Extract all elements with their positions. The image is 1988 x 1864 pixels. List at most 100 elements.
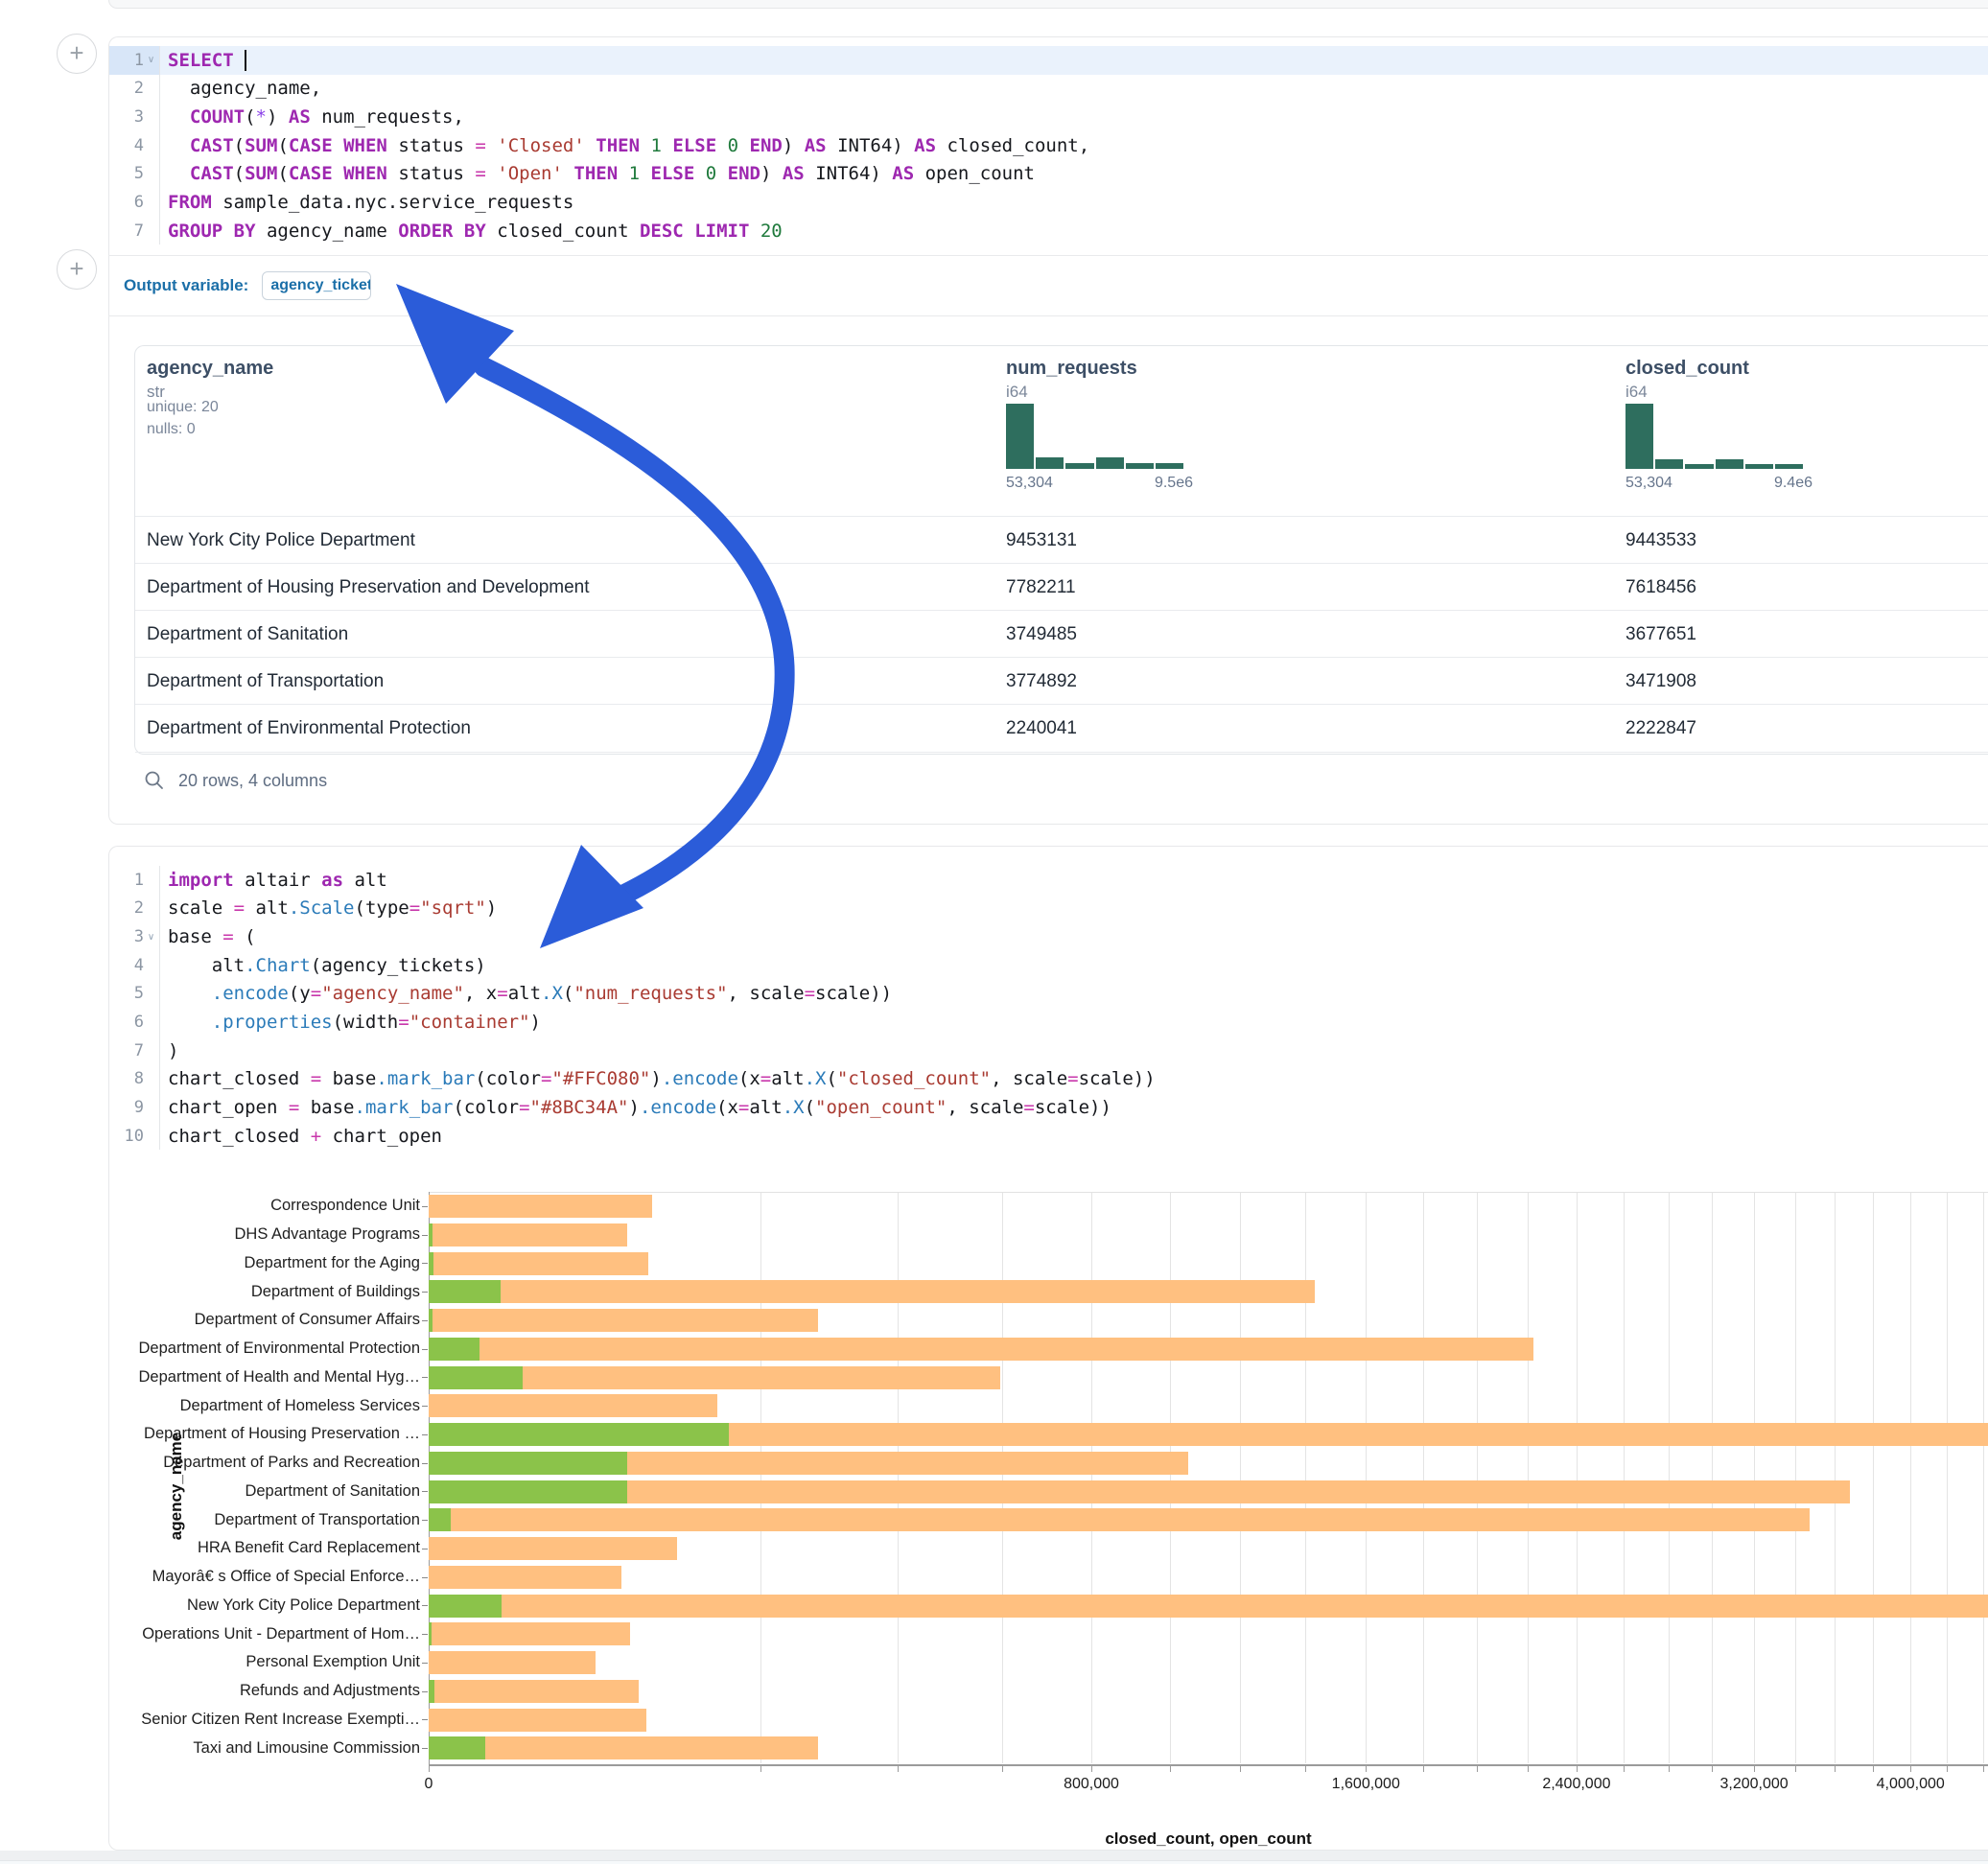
code-line[interactable]: 3∨base = (: [109, 922, 1988, 951]
open-count-bar: [429, 1452, 627, 1475]
chart-row: Department of Parks and Recreation: [134, 1449, 1988, 1478]
chart-x-axis-title: closed_count, open_count: [429, 1829, 1988, 1849]
closed-count-bar: [429, 1709, 646, 1732]
open-count-bar: [429, 1736, 485, 1759]
closed-count-bar: [429, 1280, 1315, 1303]
collapse-chevron-icon[interactable]: ∨: [144, 932, 158, 943]
code-text: ): [168, 1040, 178, 1061]
table-cell: 3471908: [1625, 671, 1696, 692]
table-cell: New York City Police Department: [147, 530, 415, 551]
open-count-bar: [429, 1366, 523, 1389]
table-cell: 7782211: [1006, 577, 1076, 598]
output-variable-row: Output variable: agency_tickets: [108, 255, 1988, 316]
chart-row: Department of Housing Preservation …: [134, 1420, 1988, 1449]
line-number: 6: [109, 1008, 160, 1037]
code-line[interactable]: 1import altair as alt: [109, 866, 1988, 895]
code-text: alt.Chart(agency_tickets): [168, 955, 486, 976]
code-line[interactable]: 1∨SELECT: [109, 46, 1988, 75]
text-cursor: [245, 50, 246, 71]
code-line[interactable]: 2scale = alt.Scale(type="sqrt"): [109, 895, 1988, 923]
chart-row: Department of Health and Mental Hyg…: [134, 1363, 1988, 1392]
chart-row: Department of Transportation: [134, 1505, 1988, 1534]
next-cell-edge: [0, 1851, 1988, 1860]
code-line[interactable]: 9chart_open = base.mark_bar(color="#8BC3…: [109, 1093, 1988, 1122]
table-footer: 20 rows, 4 columns: [144, 764, 327, 797]
code-text: agency_name,: [168, 78, 321, 99]
code-line[interactable]: 10chart_closed + chart_open: [109, 1122, 1988, 1151]
y-tick-label: Refunds and Adjustments: [134, 1677, 420, 1706]
code-line[interactable]: 7): [109, 1037, 1988, 1065]
code-line[interactable]: 8chart_closed = base.mark_bar(color="#FF…: [109, 1064, 1988, 1093]
line-number: 3: [109, 103, 160, 131]
collapse-chevron-icon[interactable]: ∨: [144, 55, 158, 65]
open-count-bar: [429, 1508, 451, 1531]
code-line[interactable]: 5 CAST(SUM(CASE WHEN status = 'Open' THE…: [109, 160, 1988, 189]
closed-count-bar: [429, 1252, 648, 1275]
line-number: 5: [109, 980, 160, 1009]
y-tick-label: Department of Consumer Affairs: [134, 1306, 420, 1335]
table-cell: 9453131: [1006, 530, 1077, 551]
line-number: 9: [109, 1093, 160, 1122]
code-line[interactable]: 7 GROUP BY agency_name ORDER BY closed_co…: [109, 217, 1988, 245]
closed-count-bar: [429, 1480, 1850, 1503]
closed-count-bar: [429, 1309, 818, 1332]
code-line[interactable]: 6 .properties(width="container"): [109, 1008, 1988, 1037]
x-tick-label: 2,400,000: [1542, 1776, 1610, 1793]
y-tick-label: Taxi and Limousine Commission: [134, 1734, 420, 1762]
code-text: scale = alt.Scale(type="sqrt"): [168, 897, 497, 919]
code-text: chart_closed + chart_open: [168, 1126, 442, 1147]
closed-count-bar: [429, 1680, 639, 1703]
open-count-bar: [429, 1280, 501, 1303]
closed-count-bar: [429, 1223, 627, 1247]
table-cell: 7618456: [1625, 577, 1696, 598]
code-line[interactable]: 4 CAST(SUM(CASE WHEN status = 'Closed' T…: [109, 131, 1988, 160]
table-cell: Department of Housing Preservation and D…: [147, 577, 590, 598]
python-code-editor[interactable]: 1import altair as alt2scale = alt.Scale(…: [109, 866, 1988, 1150]
output-variable-pill[interactable]: agency_tickets: [262, 271, 371, 300]
line-number: 5: [109, 160, 160, 189]
code-line[interactable]: 4 alt.Chart(agency_tickets): [109, 951, 1988, 980]
table-row: Department of Housing Preservation and D…: [135, 563, 1988, 611]
table-cell: 3749485: [1006, 624, 1077, 645]
code-line[interactable]: 6FROM sample_data.nyc.service_requests: [109, 188, 1988, 217]
bar-chart: Correspondence UnitDHS Advantage Program…: [134, 1192, 1988, 1762]
chart-row: Refunds and Adjustments: [134, 1677, 1988, 1706]
previous-cell-edge: [108, 0, 1988, 9]
chart-y-axis-title: agency_name: [167, 1433, 186, 1540]
add-cell-button-top[interactable]: +: [57, 34, 97, 74]
table-cell: Department of Transportation: [147, 671, 384, 692]
code-line[interactable]: 3 COUNT(*) AS num_requests,: [109, 103, 1988, 131]
table-cell: 3774892: [1006, 671, 1077, 692]
search-icon[interactable]: [144, 770, 165, 791]
output-variable-label: Output variable:: [124, 276, 248, 295]
code-line[interactable]: 2 agency_name,: [109, 75, 1988, 104]
table-cell: 2240041: [1006, 718, 1077, 739]
line-number: 7: [109, 217, 160, 245]
chart-row: Department for the Aging: [134, 1249, 1988, 1278]
line-number: 6: [109, 188, 160, 217]
open-count-bar: [429, 1338, 479, 1361]
sql-code-editor[interactable]: 1∨SELECT 2 agency_name,3 COUNT(*) AS num…: [109, 46, 1988, 245]
open-count-bar: [429, 1622, 432, 1645]
closed-count-bar: [429, 1566, 621, 1589]
line-number: 4: [109, 131, 160, 160]
line-number: 1: [109, 866, 160, 895]
open-count-bar: [429, 1480, 627, 1503]
code-text: base = (: [168, 926, 256, 947]
y-tick-label: Personal Exemption Unit: [134, 1648, 420, 1677]
closed-count-bar: [429, 1195, 652, 1218]
table-cell: 2222847: [1625, 718, 1696, 739]
chart-row: New York City Police Department: [134, 1592, 1988, 1620]
results-table: agency_name str unique: 20 nulls: 0 num_…: [134, 345, 1988, 755]
code-text: .properties(width="container"): [168, 1012, 541, 1033]
code-line[interactable]: 5 .encode(y="agency_name", x=alt.X("num_…: [109, 980, 1988, 1009]
code-text: GROUP BY agency_name ORDER BY closed_cou…: [168, 221, 783, 242]
line-number: 4: [109, 951, 160, 980]
x-tick-label: 0: [425, 1776, 433, 1793]
add-cell-button-output[interactable]: +: [57, 249, 97, 290]
closed-count-bar: [429, 1394, 717, 1417]
code-text: .encode(y="agency_name", x=alt.X("num_re…: [168, 983, 892, 1004]
table-row: Department of Sanitation37494853677651: [135, 610, 1988, 658]
y-tick-label: Operations Unit - Department of Hom…: [134, 1619, 420, 1648]
y-tick-label: Correspondence Unit: [134, 1192, 420, 1221]
